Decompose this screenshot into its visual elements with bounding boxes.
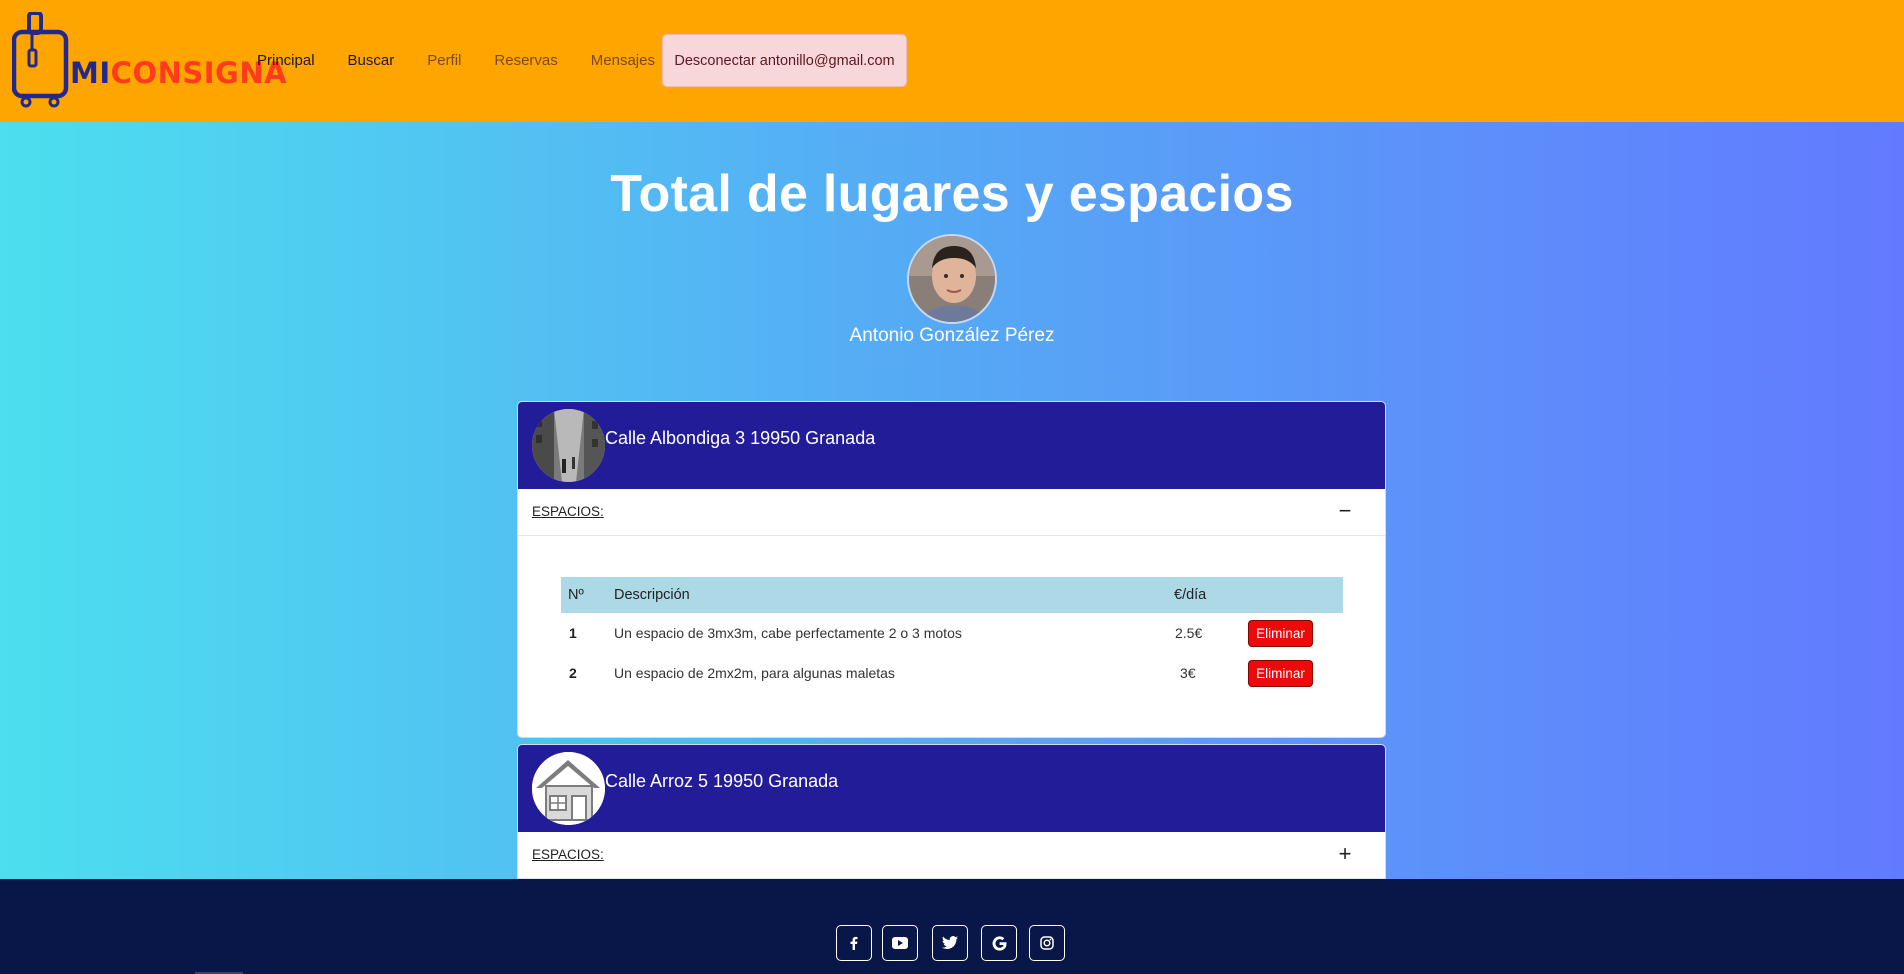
expand-icon[interactable]: + bbox=[1334, 842, 1356, 866]
youtube-icon[interactable] bbox=[882, 925, 918, 961]
footer bbox=[0, 879, 1904, 974]
place-address: Calle Albondiga 3 19950 Granada bbox=[605, 428, 876, 448]
instagram-icon[interactable] bbox=[1029, 925, 1065, 961]
logout-button[interactable]: Desconectar antonillo@gmail.com bbox=[662, 34, 907, 87]
logo-text: MICONSIGNA bbox=[70, 56, 288, 90]
nav-buscar[interactable]: Buscar bbox=[348, 52, 395, 69]
spaces-label: ESPACIOS: bbox=[532, 847, 604, 862]
place-card: Calle Albondiga 3 19950 Granada ESPACIOS… bbox=[517, 401, 1386, 738]
place-card-header: Calle Arroz 5 19950 Granada bbox=[518, 745, 1385, 832]
nav-perfil[interactable]: Perfil bbox=[427, 52, 461, 69]
collapse-icon[interactable]: − bbox=[1334, 499, 1356, 523]
main-nav: Principal Buscar Perfil Reservas Mensaje… bbox=[257, 52, 688, 69]
spaces-accordion-header[interactable]: ESPACIOS: + bbox=[518, 832, 1385, 879]
place-photo bbox=[532, 752, 605, 825]
suitcase-icon bbox=[12, 12, 69, 108]
spaces-label: ESPACIOS: bbox=[532, 504, 604, 519]
user-avatar bbox=[907, 234, 997, 324]
space-description: Un espacio de 2mx2m, para algunas maleta… bbox=[614, 665, 895, 681]
space-num: 2 bbox=[569, 665, 577, 681]
nav-reservas[interactable]: Reservas bbox=[494, 52, 557, 69]
place-card-header: Calle Albondiga 3 19950 Granada bbox=[518, 402, 1385, 489]
delete-button[interactable]: Eliminar bbox=[1248, 620, 1313, 647]
brand-logo[interactable]: MICONSIGNA bbox=[12, 12, 287, 108]
place-card: Calle Arroz 5 19950 Granada ESPACIOS: + bbox=[517, 744, 1386, 879]
delete-button[interactable]: Eliminar bbox=[1248, 660, 1313, 687]
top-navbar: MICONSIGNA Principal Buscar Perfil Reser… bbox=[0, 0, 1904, 122]
spaces-table: Nº Descripción €/día 1 Un espacio de 3mx… bbox=[561, 577, 1343, 693]
facebook-icon[interactable] bbox=[836, 925, 872, 961]
col-description: Descripción bbox=[614, 587, 690, 603]
col-num: Nº bbox=[568, 587, 584, 603]
place-photo bbox=[532, 409, 605, 482]
nav-mensajes[interactable]: Mensajes bbox=[591, 52, 655, 69]
space-description: Un espacio de 3mx3m, cabe perfectamente … bbox=[614, 625, 962, 641]
space-num: 1 bbox=[569, 625, 577, 641]
place-address: Calle Arroz 5 19950 Granada bbox=[605, 771, 839, 791]
user-name: Antonio González Pérez bbox=[849, 325, 1055, 346]
table-row: 2 Un espacio de 2mx2m, para algunas male… bbox=[561, 653, 1343, 693]
nav-principal[interactable]: Principal bbox=[257, 52, 315, 69]
spaces-accordion-header[interactable]: ESPACIOS: − bbox=[518, 489, 1385, 536]
col-price: €/día bbox=[1174, 587, 1207, 603]
google-icon[interactable] bbox=[981, 925, 1017, 961]
main-content: Total de lugares y espacios Antonio Gonz… bbox=[0, 122, 1904, 879]
space-price: 3€ bbox=[1180, 665, 1196, 681]
table-row: 1 Un espacio de 3mx3m, cabe perfectament… bbox=[561, 613, 1343, 653]
table-header-row: Nº Descripción €/día bbox=[561, 577, 1343, 613]
page-title: Total de lugares y espacios bbox=[610, 165, 1294, 223]
twitter-icon[interactable] bbox=[932, 925, 968, 961]
space-price: 2.5€ bbox=[1175, 625, 1203, 641]
